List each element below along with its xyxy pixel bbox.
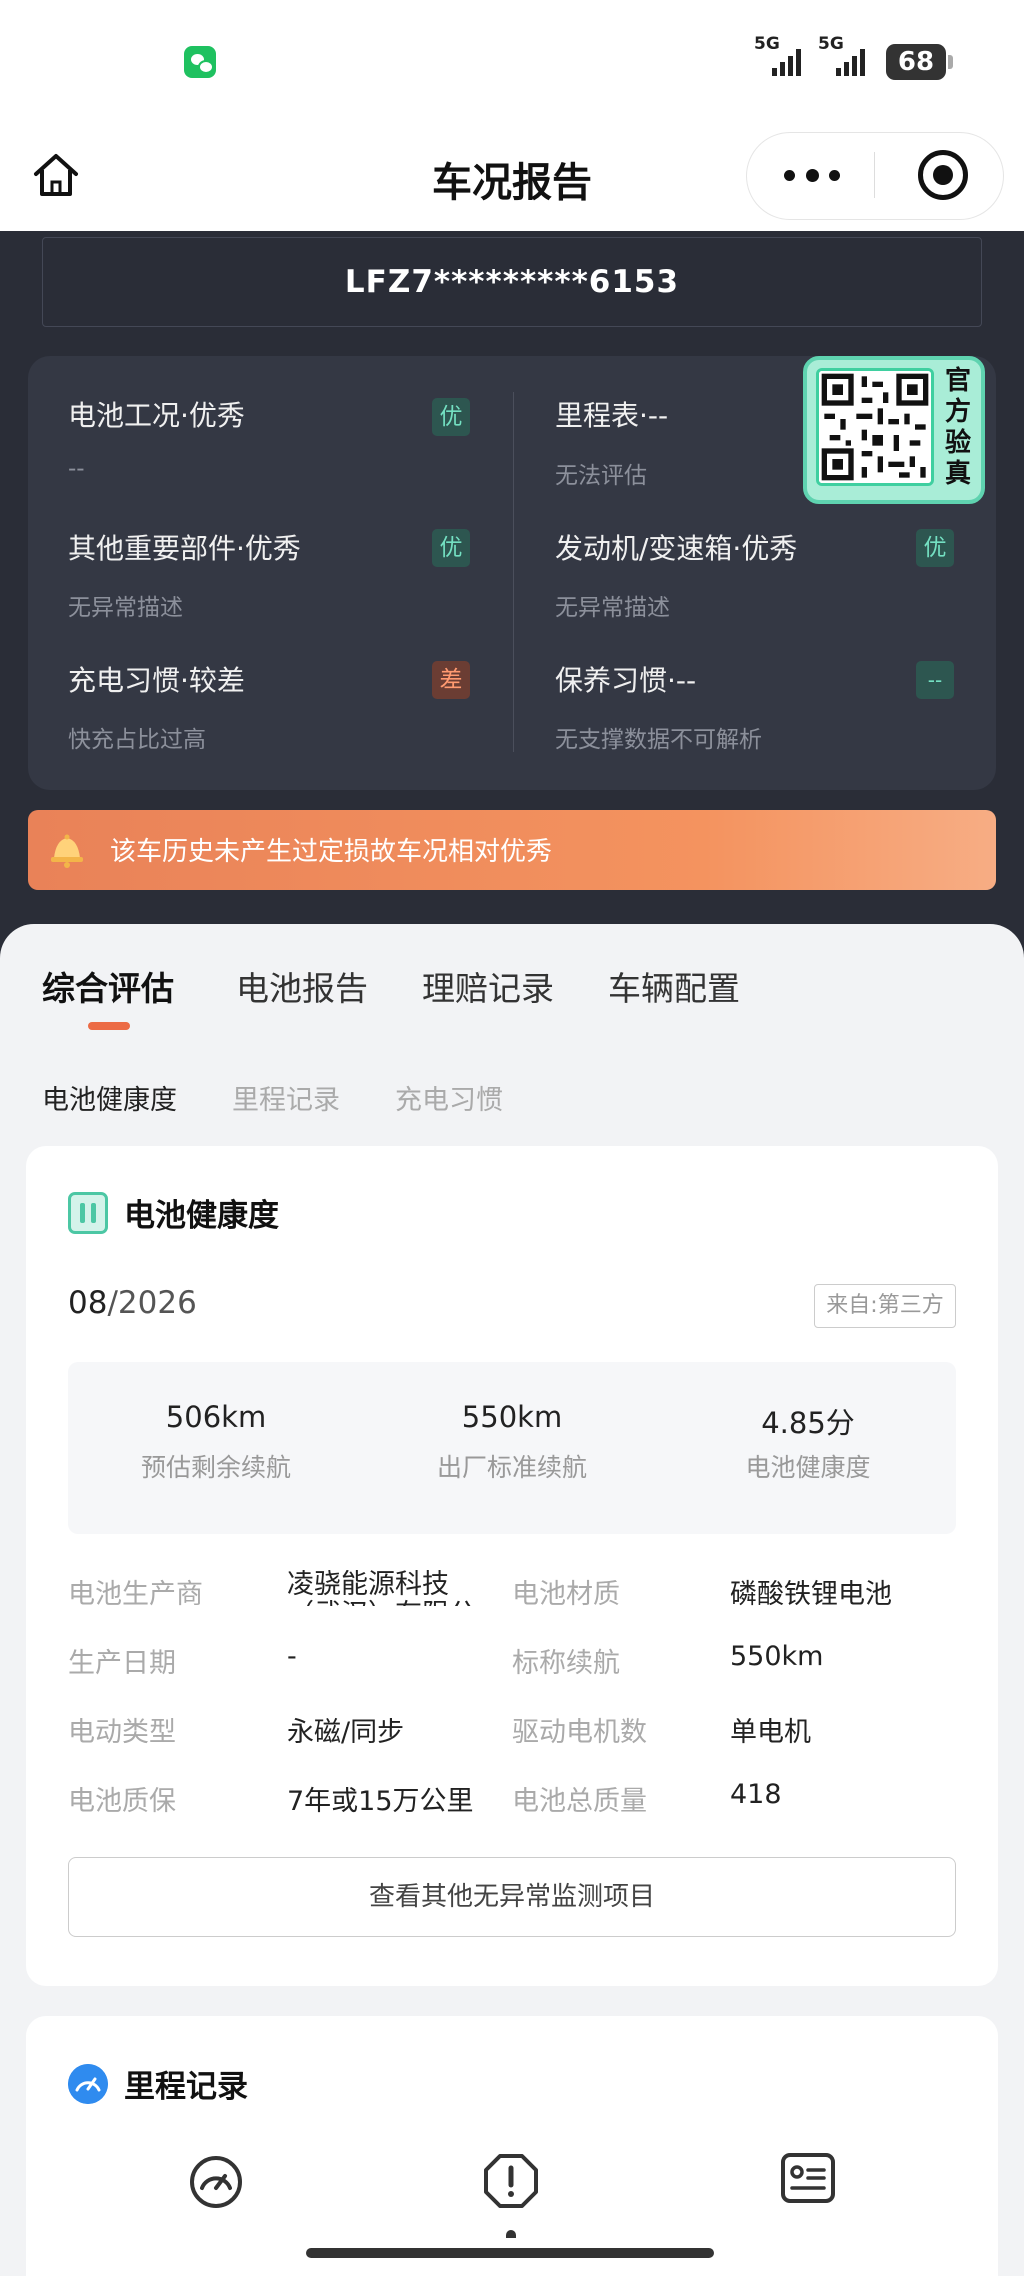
detail-key: 生产日期 <box>68 1648 176 1679</box>
tab-claims[interactable]: 理赔记录 <box>422 962 554 1010</box>
grade-badge: 优 <box>432 398 470 436</box>
dashboard-icon[interactable] <box>188 2154 244 2210</box>
verify-label: 官方验真 <box>944 366 971 489</box>
tab-overall[interactable]: 综合评估 <box>42 962 174 1010</box>
subtab-battery-health[interactable]: 电池健康度 <box>42 1078 177 1117</box>
detail-value: 550km <box>730 1641 824 1672</box>
stat-value: 550km <box>461 1400 563 1434</box>
detail-key: 电动类型 <box>68 1717 176 1748</box>
detail-key: 电池质保 <box>68 1786 176 1817</box>
active-tab-dot <box>506 2230 516 2238</box>
summary-item-desc: 无异常描述 <box>68 595 183 621</box>
detail-key: 标称续航 <box>512 1648 620 1679</box>
detail-key: 电池材质 <box>512 1579 620 1610</box>
stat-label: 出厂标准续航 <box>436 1453 587 1482</box>
report-date: 08/2026 <box>68 1285 197 1321</box>
summary-item-title: 发动机/变速箱·优秀 <box>555 532 798 565</box>
summary-item-desc: 无异常描述 <box>555 595 670 621</box>
summary-item-title: 电池工况·优秀 <box>68 399 245 432</box>
grade-badge: 优 <box>916 529 954 567</box>
detail-key: 驱动电机数 <box>512 1717 647 1748</box>
capsule-divider <box>874 152 875 198</box>
status-time: 12:35 <box>70 34 203 80</box>
summary-item-title: 保养习惯·-- <box>555 664 697 697</box>
summary-divider <box>513 392 514 752</box>
card-title: 电池健康度 <box>124 1198 279 1234</box>
document-card-icon[interactable] <box>780 2152 836 2204</box>
subtab-charging[interactable]: 充电习惯 <box>395 1078 503 1117</box>
tab-battery-report[interactable]: 电池报告 <box>236 962 368 1010</box>
stat-value: 4.85分 <box>761 1406 855 1440</box>
summary-item-title: 充电习惯·较差 <box>68 664 245 697</box>
summary-item-desc: 无法评估 <box>555 463 647 489</box>
signal-2-icon: 5G <box>818 34 878 78</box>
card-title: 里程记录 <box>124 2069 248 2105</box>
detail-value: - <box>287 1641 297 1672</box>
summary-item-desc: 快充占比过高 <box>68 727 206 753</box>
speedometer-icon <box>68 2064 108 2104</box>
notice-text: 该车历史未产生过定损故车况相对优秀 <box>110 837 553 867</box>
detail-value: 418 <box>730 1779 782 1810</box>
summary-item-desc: 无支撑数据不可解析 <box>555 727 762 753</box>
battery-icon <box>68 1192 108 1234</box>
grade-badge: 优 <box>432 529 470 567</box>
view-more-button[interactable]: 查看其他无异常监测项目 <box>68 1857 956 1937</box>
wechat-icon <box>184 46 216 78</box>
tab-vehicle-config[interactable]: 车辆配置 <box>608 962 740 1010</box>
summary-item-title: 其他重要部件·优秀 <box>68 532 301 565</box>
detail-value: 7年或15万公里 <box>287 1786 474 1817</box>
detail-value: 磷酸铁锂电池 <box>730 1579 892 1610</box>
grade-badge: 差 <box>432 661 470 699</box>
qr-code-icon[interactable] <box>816 368 934 486</box>
home-indicator <box>306 2248 714 2258</box>
detail-value: 永磁/同步 <box>287 1717 405 1748</box>
signal-1-icon: 5G <box>754 34 814 78</box>
bell-icon <box>51 834 83 868</box>
vin-display: LFZ7*********6153 <box>42 237 982 327</box>
tab-indicator <box>88 1022 130 1030</box>
battery-indicator: 68 <box>886 44 953 80</box>
summary-item-title: 里程表·-- <box>555 399 669 432</box>
source-badge: 来自:第三方 <box>814 1284 956 1328</box>
subtab-mileage[interactable]: 里程记录 <box>232 1078 340 1117</box>
stat-label: 电池健康度 <box>745 1453 871 1482</box>
detail-key: 电池生产商 <box>68 1579 203 1610</box>
grade-badge: -- <box>916 661 954 699</box>
detail-value: 凌骁能源科技（武汉）有限公司 <box>287 1570 476 1606</box>
close-mini-program-icon[interactable] <box>918 150 968 200</box>
summary-item-desc: -- <box>68 456 85 482</box>
alert-icon[interactable] <box>482 2152 540 2210</box>
detail-value: 单电机 <box>730 1717 811 1748</box>
stat-label: 预估剩余续航 <box>140 1453 291 1482</box>
more-icon[interactable] <box>784 169 840 182</box>
detail-key: 电池总质量 <box>512 1786 647 1817</box>
stat-value: 506km <box>165 1400 267 1434</box>
